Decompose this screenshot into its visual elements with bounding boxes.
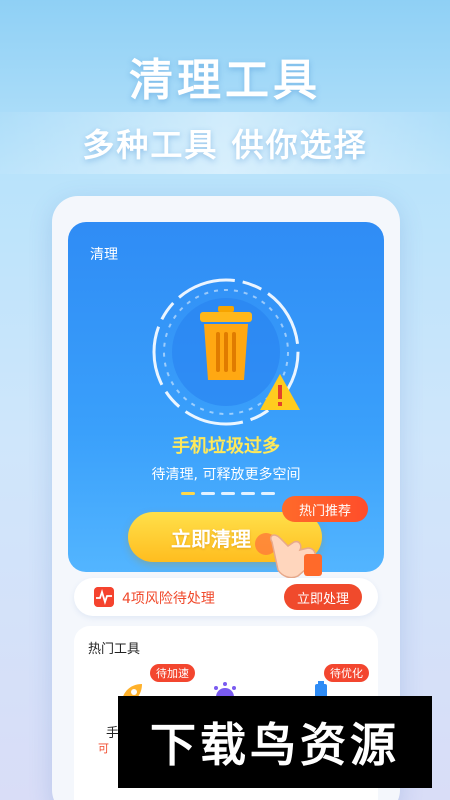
- handle-now-button[interactable]: 立即处理: [284, 584, 362, 610]
- junk-description: 待清理, 可释放更多空间: [151, 467, 301, 483]
- watermark-logo: 下载鸟资源: [118, 696, 432, 788]
- risk-bar: 4项风险待处理 立即处理: [74, 578, 378, 616]
- trash-bin-icon: [200, 306, 252, 380]
- tag-pending-speedup: 待加速: [150, 664, 195, 682]
- risk-text: 4项风险待处理: [122, 591, 215, 607]
- clean-now-label: 立即清理: [171, 526, 251, 551]
- pulse-icon: [94, 587, 114, 607]
- tool-sub-first: 可: [98, 742, 109, 755]
- warning-icon: [260, 374, 300, 410]
- pointing-hand-icon: [255, 533, 322, 579]
- hot-tools-title: 热门工具: [88, 642, 141, 657]
- junk-status-text: 手机垃圾过多: [172, 436, 280, 457]
- promo-headline: 清理工具: [129, 55, 321, 106]
- hero-title: 清理: [90, 247, 118, 263]
- page-indicator: [181, 492, 275, 495]
- promo-subheadline: 多种工具 供你选择: [82, 126, 368, 164]
- hot-recommend-badge: 热门推荐: [282, 496, 368, 522]
